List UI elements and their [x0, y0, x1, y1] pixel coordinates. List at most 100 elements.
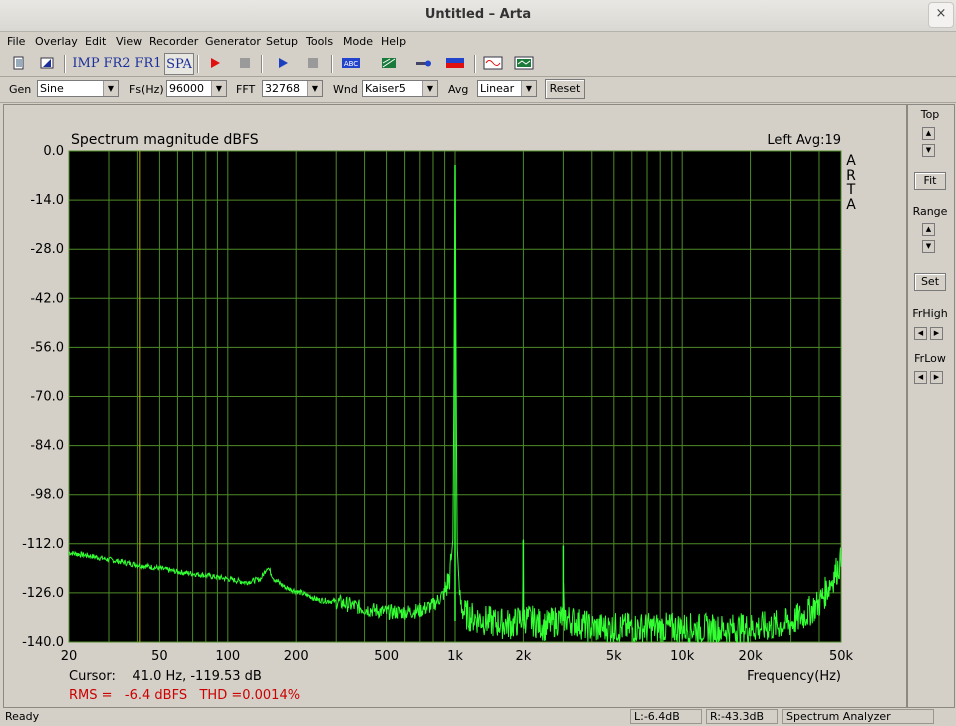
frlow-left-button[interactable]: ◀: [914, 371, 927, 384]
fr2-mode-button[interactable]: FR2: [103, 53, 131, 73]
y-tick-label: -98.0: [30, 488, 64, 503]
wnd-value: Kaiser5: [365, 82, 406, 95]
avg-select[interactable]: Linear ▼: [477, 80, 537, 97]
fs-select[interactable]: 96000 ▼: [166, 80, 227, 97]
gen-select[interactable]: Sine ▼: [37, 80, 119, 97]
range-label: Range: [912, 205, 948, 218]
new-document-button[interactable]: [8, 53, 30, 73]
calibrate-icon: [416, 60, 431, 67]
close-button[interactable]: ×: [928, 2, 954, 28]
menu-help[interactable]: Help: [381, 35, 406, 48]
frhigh-label: FrHigh: [912, 307, 948, 320]
status-ready: Ready: [5, 710, 40, 723]
x-tick-label: 200: [284, 649, 309, 664]
y-tick-label: -56.0: [30, 340, 64, 355]
menu-tools[interactable]: Tools: [306, 35, 333, 48]
waterfall-button[interactable]: [378, 53, 400, 73]
right-level-indicator: R:-43.3dB: [706, 709, 778, 724]
y-tick-label: -112.0: [22, 537, 64, 552]
menu-edit[interactable]: Edit: [85, 35, 106, 48]
spa-mode-button[interactable]: SPA: [164, 53, 194, 75]
settings-toolbar: Gen Sine ▼ Fs(Hz) 96000 ▼ FFT 32768 ▼ Wn…: [0, 77, 956, 103]
level-meter-icon: [446, 58, 464, 68]
generator-wave-icon: [483, 56, 503, 70]
play-icon: [279, 58, 288, 68]
svg-text:ABC: ABC: [344, 60, 358, 68]
spectrum-chart[interactable]: Spectrum magnitude dBFS Left Avg:19 0.0 -…: [4, 105, 906, 707]
stop-record-button[interactable]: [234, 53, 256, 73]
menu-mode[interactable]: Mode: [343, 35, 373, 48]
y-tick-label: -28.0: [30, 242, 64, 257]
imp-mode-button[interactable]: IMP: [72, 53, 100, 73]
left-level-indicator: L:-6.4dB: [630, 709, 702, 724]
menu-overlay[interactable]: Overlay: [35, 35, 78, 48]
fit-button[interactable]: Fit: [914, 172, 946, 190]
range-up-button[interactable]: ▲: [922, 223, 935, 236]
reset-button[interactable]: Reset: [545, 79, 585, 99]
x-tick-label: 100: [215, 649, 240, 664]
x-tick-label: 5k: [606, 649, 622, 664]
watermark-letter: A: [846, 153, 856, 169]
calibrate-button[interactable]: [413, 53, 435, 73]
channel-info: Left Avg:19: [767, 133, 841, 148]
fr2-mode-icon: FR2: [103, 55, 131, 71]
wnd-select[interactable]: Kaiser5 ▼: [362, 80, 438, 97]
main-toolbar: IMP FR2 FR1 SPA ABC: [0, 52, 956, 77]
toolbar-separator: [64, 55, 66, 73]
menu-view[interactable]: View: [116, 35, 142, 48]
chevron-down-icon: ▼: [422, 81, 437, 96]
scope-icon: [514, 56, 534, 70]
title-bar: Untitled – Arta ×: [0, 0, 956, 32]
menu-file[interactable]: File: [7, 35, 25, 48]
frlow-right-button[interactable]: ▶: [930, 371, 943, 384]
y-tick-label: -140.0: [22, 635, 64, 650]
menu-recorder[interactable]: Recorder: [149, 35, 198, 48]
wnd-label: Wnd: [333, 83, 358, 96]
generator-button[interactable]: [482, 53, 504, 73]
waterfall-icon: [382, 58, 396, 68]
x-tick-label: 50: [151, 649, 168, 664]
frhigh-right-button[interactable]: ▶: [930, 327, 943, 340]
fft-value: 32768: [265, 82, 300, 95]
chevron-down-icon: ▼: [521, 81, 536, 96]
level-meter-button[interactable]: [444, 53, 466, 73]
menu-generator[interactable]: Generator: [205, 35, 261, 48]
menu-setup[interactable]: Setup: [266, 35, 298, 48]
cursor-readout: Cursor: 41.0 Hz, -119.53 dB: [69, 669, 262, 684]
stop-icon: [240, 58, 250, 68]
x-tick-label: 50k: [829, 649, 854, 664]
x-tick-label: 2k: [515, 649, 531, 664]
set-button[interactable]: Set: [914, 273, 946, 291]
stop-play-button[interactable]: [302, 53, 324, 73]
chevron-down-icon: ▼: [307, 81, 322, 96]
new-document-icon: [13, 56, 24, 70]
rms-thd-readout: RMS = -6.4 dBFS THD =0.0014%: [69, 688, 300, 703]
top-up-button[interactable]: ▲: [922, 127, 935, 140]
toolbar-separator: [261, 55, 263, 73]
top-down-button[interactable]: ▼: [922, 144, 935, 157]
x-tick-label: 500: [374, 649, 399, 664]
range-down-button[interactable]: ▼: [922, 240, 935, 253]
fs-value: 96000: [169, 82, 204, 95]
y-tick-label: -84.0: [30, 439, 64, 454]
scope-button[interactable]: [513, 53, 535, 73]
fft-select[interactable]: 32768 ▼: [262, 80, 323, 97]
play-button[interactable]: [272, 53, 294, 73]
plot-panel: Spectrum magnitude dBFS Left Avg:19 0.0 -…: [3, 104, 907, 708]
status-bar: Ready L:-6.4dB R:-43.3dB Spectrum Analyz…: [0, 708, 956, 726]
toolbar-separator: [474, 55, 476, 73]
gen-value: Sine: [40, 82, 64, 95]
x-axis-ticks: 20 50 100 200 500 1k 2k 5k 10k 20k 50k: [61, 649, 854, 664]
fr1-mode-button[interactable]: FR1: [134, 53, 162, 73]
x-tick-label: 1k: [447, 649, 463, 664]
abc-overlay-button[interactable]: ABC: [340, 53, 362, 73]
load-button[interactable]: [36, 53, 58, 73]
chevron-down-icon: ▼: [103, 81, 118, 96]
frhigh-left-button[interactable]: ◀: [914, 327, 927, 340]
imp-mode-icon: IMP: [72, 55, 100, 71]
avg-label: Avg: [448, 83, 469, 96]
arta-watermark: A R T A: [846, 153, 856, 213]
record-button[interactable]: [204, 53, 226, 73]
scale-panel: Top ▲ ▼ Fit Range ▲ ▼ Set FrHigh ◀ ▶ FrL…: [907, 104, 955, 708]
stop-play-icon: [308, 58, 318, 68]
